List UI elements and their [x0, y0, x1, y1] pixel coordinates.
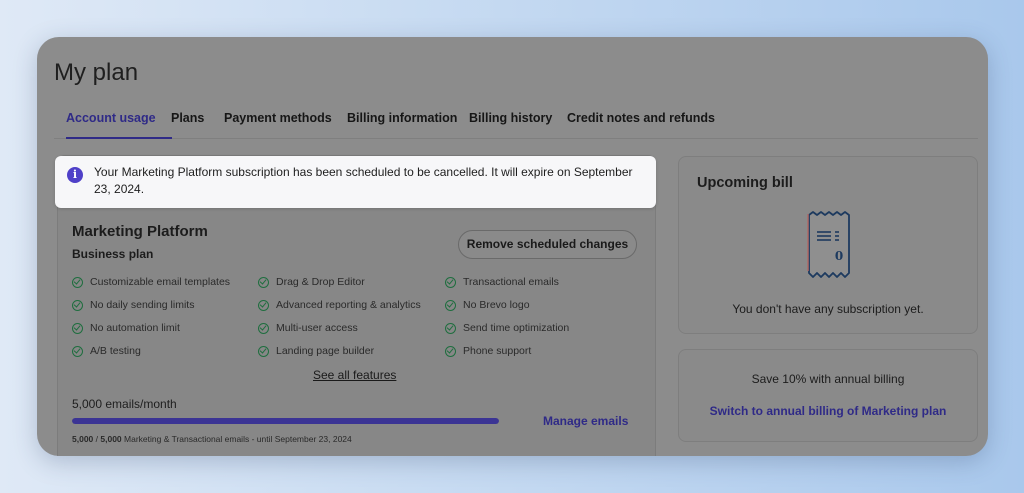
manage-emails-link[interactable]: Manage emails: [543, 414, 628, 428]
check-circle-icon: [258, 345, 269, 357]
feature-item: Transactional emails: [445, 276, 559, 288]
cancellation-banner: i Your Marketing Platform subscription h…: [55, 156, 656, 208]
no-subscription-message: You don't have any subscription yet.: [732, 302, 924, 316]
feature-item: No Brevo logo: [445, 299, 530, 311]
tab-billing-information[interactable]: Billing information: [347, 111, 457, 139]
feature-item: Drag & Drop Editor: [258, 276, 365, 288]
tab-billing-history[interactable]: Billing history: [469, 111, 552, 139]
tab-payment-methods[interactable]: Payment methods: [224, 111, 332, 139]
receipt-amount: 0: [835, 249, 843, 263]
page-title: My plan: [54, 59, 139, 86]
check-circle-icon: [445, 322, 456, 334]
upcoming-bill-card: Upcoming bill 0 You don't have any subsc…: [678, 156, 978, 334]
check-circle-icon: [258, 276, 269, 288]
feature-item: Multi-user access: [258, 322, 358, 334]
app-window: My plan Account usage Plans Payment meth…: [37, 37, 988, 456]
upcoming-bill-title: Upcoming bill: [697, 175, 793, 191]
plan-name: Marketing Platform: [72, 223, 208, 240]
check-circle-icon: [258, 299, 269, 311]
feature-item: Customizable email templates: [72, 276, 230, 288]
check-circle-icon: [445, 276, 456, 288]
check-circle-icon: [72, 299, 83, 311]
check-circle-icon: [72, 276, 83, 288]
switch-annual-billing-link[interactable]: Switch to annual billing of Marketing pl…: [679, 404, 977, 418]
remove-scheduled-changes-button[interactable]: Remove scheduled changes: [458, 230, 637, 259]
email-usage-fill: [72, 418, 499, 424]
annual-billing-card: Save 10% with annual billing Switch to a…: [678, 349, 978, 442]
usage-summary: 5,000 / 5,000 Marketing & Transactional …: [72, 434, 352, 444]
plan-tier: Business plan: [72, 247, 154, 261]
feature-item: Landing page builder: [258, 345, 374, 357]
tab-plans[interactable]: Plans: [171, 111, 204, 139]
feature-item: A/B testing: [72, 345, 141, 357]
tab-account-usage[interactable]: Account usage: [66, 111, 172, 139]
banner-text: Your Marketing Platform subscription has…: [94, 165, 633, 196]
check-circle-icon: [258, 322, 269, 334]
check-circle-icon: [72, 322, 83, 334]
info-icon: i: [67, 167, 83, 183]
check-circle-icon: [445, 299, 456, 311]
annual-savings-text: Save 10% with annual billing: [751, 372, 905, 386]
tab-bar: Account usage Plans Payment methods Bill…: [54, 111, 978, 139]
feature-item: Advanced reporting & analytics: [258, 299, 421, 311]
receipt-icon: 0: [806, 211, 852, 286]
check-circle-icon: [445, 345, 456, 357]
emails-per-month: 5,000 emails/month: [72, 397, 177, 411]
tab-credit-notes[interactable]: Credit notes and refunds: [567, 111, 715, 139]
feature-item: No automation limit: [72, 322, 180, 334]
feature-item: Send time optimization: [445, 322, 569, 334]
email-usage-bar: [72, 418, 499, 424]
see-all-features-link[interactable]: See all features: [313, 368, 396, 382]
feature-item: No daily sending limits: [72, 299, 194, 311]
check-circle-icon: [72, 345, 83, 357]
feature-item: Phone support: [445, 345, 531, 357]
